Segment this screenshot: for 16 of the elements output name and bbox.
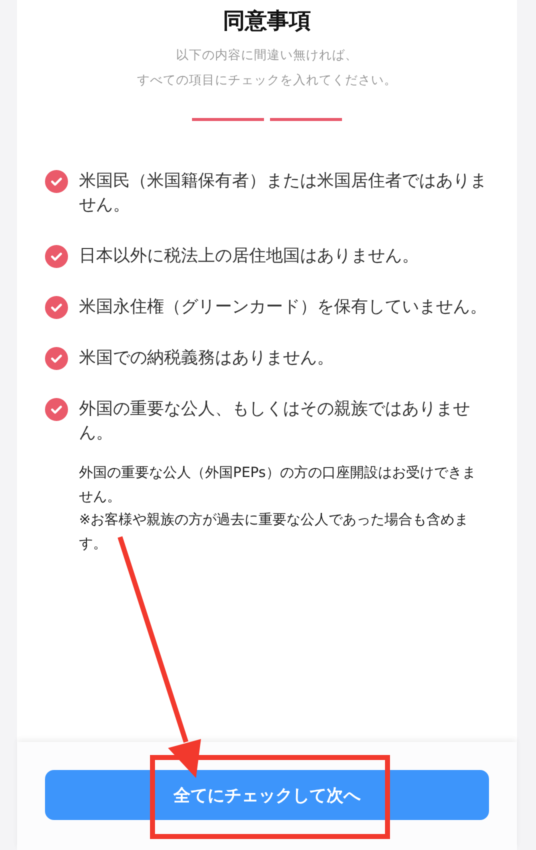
agreement-item-text: 外国の重要な公人、もしくはその親族ではありません。 (79, 398, 471, 445)
checked-icon[interactable] (45, 398, 68, 421)
page-title: 同意事項 (223, 8, 311, 36)
agreement-item-text: 米国民（米国籍保有者）または米国居住者ではありません。 (79, 170, 488, 217)
checked-icon[interactable] (45, 245, 68, 268)
checked-icon[interactable] (45, 170, 68, 193)
agreement-item-text: 米国永住権（グリーンカード）を保有していません。 (79, 296, 488, 319)
checked-icon[interactable] (45, 347, 68, 370)
note-text: ※お客様や親族の方が過去に重要な公人であった場合も含めます。 (79, 511, 470, 554)
check-all-next-button[interactable]: 全てにチェックして次へ (45, 770, 489, 820)
checked-icon[interactable] (45, 296, 68, 319)
agreement-item-text: 米国での納税義務はありません。 (79, 347, 335, 370)
instruction-text: 以下の内容に間違い無ければ、 (176, 46, 358, 64)
note-text: 外国の重要な公人（外国PEPs）の方の口座開設はお受けできません。 (79, 464, 477, 506)
agreement-item-text: 日本以外に税法上の居住地国はありません。 (79, 245, 420, 268)
instruction-text: すべての項目にチェックを入れてください。 (137, 71, 397, 89)
